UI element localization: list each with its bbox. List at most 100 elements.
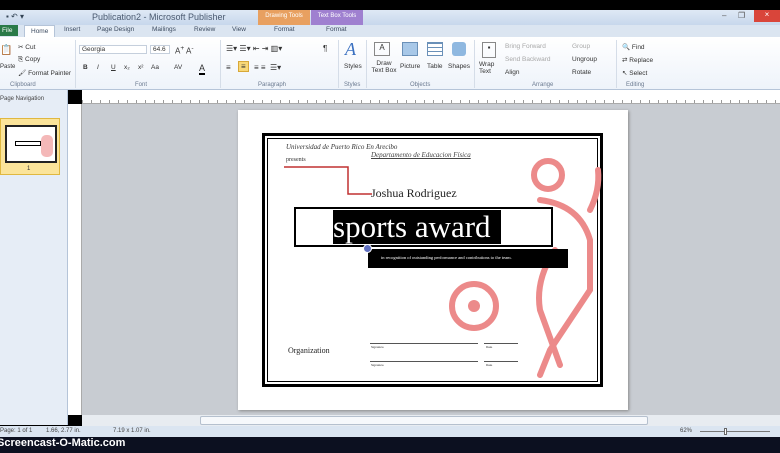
zoom-slider-thumb[interactable] (724, 428, 727, 435)
superscript-button[interactable]: x² (138, 64, 143, 71)
tab-drawing-format[interactable]: Format (274, 26, 295, 33)
align-right-button[interactable]: ≡ ≡ ☰▾ (254, 63, 281, 72)
date-label: Date (486, 345, 493, 349)
page-thumbnail[interactable]: 1 (0, 118, 60, 175)
award-subtitle[interactable]: in recognition of outstanding performanc… (381, 255, 512, 260)
picture-button[interactable]: Picture (400, 63, 420, 70)
copy-button[interactable]: ⎘ Copy (18, 56, 40, 64)
signature-label: Signature (371, 363, 384, 367)
tab-textbox-format[interactable]: Format (326, 26, 347, 33)
shapes-button[interactable]: Shapes (448, 63, 470, 70)
quick-access-toolbar[interactable]: ▪ ↶ ▾ (6, 12, 24, 21)
date-line (484, 361, 518, 362)
ungroup-button[interactable]: Ungroup (572, 56, 597, 63)
font-name-select[interactable]: Georgia (79, 45, 147, 54)
subscript-button[interactable]: x₂ (124, 64, 130, 71)
bold-button[interactable]: B (83, 64, 88, 71)
align-button[interactable]: Align (505, 69, 519, 76)
select-button[interactable]: ↖ Select (622, 69, 647, 77)
wrap-text-icon: ▪ (482, 42, 496, 58)
format-painter-button[interactable]: 🖌 Format Painter (18, 69, 71, 77)
table-button[interactable]: Table (427, 63, 443, 70)
find-label: Find (631, 44, 645, 51)
tab-home[interactable]: Home (24, 25, 56, 37)
font-size-select[interactable]: 64.6 (150, 45, 170, 54)
organization-text[interactable]: Organization (288, 346, 330, 355)
page-indicator[interactable]: Page: 1 of 1 (0, 428, 32, 434)
thumbnail-title (15, 141, 41, 146)
find-button[interactable]: 🔍 Find (622, 43, 645, 51)
font-group-label: Font (135, 82, 148, 88)
cut-button[interactable]: ✂ Cut (18, 43, 35, 51)
move-cursor-icon (363, 244, 372, 253)
thumbnail-preview (5, 125, 57, 163)
vertical-ruler[interactable] (68, 104, 82, 415)
maximize-button[interactable]: ❐ (738, 11, 745, 20)
format-painter-label: Format Painter (28, 70, 72, 77)
zoom-slider[interactable] (700, 431, 770, 432)
tab-page-design[interactable]: Page Design (97, 26, 134, 33)
divider (366, 40, 367, 88)
department-name[interactable]: Departamento de Educacion Física (371, 151, 471, 159)
show-formatting-button[interactable]: ¶ (323, 44, 327, 53)
zoom-level[interactable]: 62% (680, 428, 692, 434)
underline-button[interactable]: U (111, 64, 116, 71)
window-title: Publication2 - Microsoft Publisher (92, 12, 226, 22)
bullets-button[interactable]: ☰▾ ☰▾ ⇤ ⇥ ▥▾ (226, 44, 282, 53)
paste-button[interactable]: 📋 (0, 45, 12, 56)
thumbnail-graphic (41, 135, 53, 157)
university-name[interactable]: Universidad de Puerto Rico En Arecibo (286, 143, 397, 151)
date-line (484, 343, 518, 344)
character-spacing-button[interactable]: AV (174, 64, 182, 71)
tab-view[interactable]: View (232, 26, 246, 33)
group-button[interactable]: Group (572, 43, 590, 50)
watermark: Screencast-O-Matic.com (0, 437, 126, 449)
send-backward-button[interactable]: Send Backward (505, 56, 551, 63)
rotate-button[interactable]: Rotate (572, 69, 591, 76)
tab-review[interactable]: Review (194, 26, 215, 33)
divider (616, 40, 617, 88)
minimize-button[interactable]: – (722, 11, 726, 20)
select-label: Select (629, 70, 648, 77)
objects-group-label: Objects (410, 82, 431, 88)
grow-font-button[interactable]: A+ A- (175, 45, 194, 56)
divider (338, 40, 339, 88)
award-title[interactable]: sports award (333, 210, 501, 244)
change-case-button[interactable]: Aa (151, 64, 159, 71)
date-label: Date (486, 363, 493, 367)
align-center-button[interactable]: ≡ (238, 61, 249, 72)
bring-forward-button[interactable]: Bring Forward (505, 43, 546, 50)
decorative-line (284, 166, 372, 195)
ribbon: 📋 Paste ✂ Cut ⎘ Copy 🖌 Format Painter Cl… (0, 37, 780, 90)
divider (474, 40, 475, 88)
text-box-icon: A (374, 42, 390, 56)
copy-label: Copy (25, 56, 41, 63)
scrollbar-thumb[interactable] (200, 416, 648, 425)
recipient-name[interactable]: Joshua Rodriguez (371, 186, 457, 201)
italic-button[interactable]: I (97, 64, 99, 71)
tab-mailings[interactable]: Mailings (152, 26, 176, 33)
replace-button[interactable]: ⇄ Replace (622, 56, 653, 64)
styles-icon[interactable]: A (345, 39, 356, 60)
clipboard-group-label: Clipboard (10, 82, 36, 88)
tab-insert[interactable]: Insert (64, 26, 80, 33)
close-button[interactable]: × (754, 10, 780, 22)
font-color-button[interactable]: A (199, 63, 206, 75)
cut-label: Cut (25, 44, 36, 51)
cursor-position: 1.66, 2.77 in. (46, 428, 81, 434)
presents-text[interactable]: presents (286, 157, 306, 163)
wrap-text-button[interactable]: Wrap Text (479, 61, 499, 75)
arrange-group-label: Arrange (532, 82, 554, 88)
align-left-button[interactable]: ≡ (226, 63, 231, 72)
object-size: 7.19 x 1.07 in. (113, 428, 151, 434)
replace-label: Replace (629, 57, 654, 64)
styles-button[interactable]: Styles (344, 63, 362, 70)
horizontal-ruler[interactable] (82, 90, 780, 104)
taskbar: Screencast-O-Matic.com (0, 437, 780, 453)
editing-group-label: Editing (626, 82, 645, 88)
paragraph-group-label: Paragraph (258, 82, 287, 88)
draw-text-box-button[interactable]: Draw Text Box (371, 60, 397, 74)
horizontal-scrollbar[interactable] (82, 415, 780, 426)
tab-file[interactable]: File (0, 25, 19, 36)
paste-label[interactable]: Paste (0, 64, 15, 70)
